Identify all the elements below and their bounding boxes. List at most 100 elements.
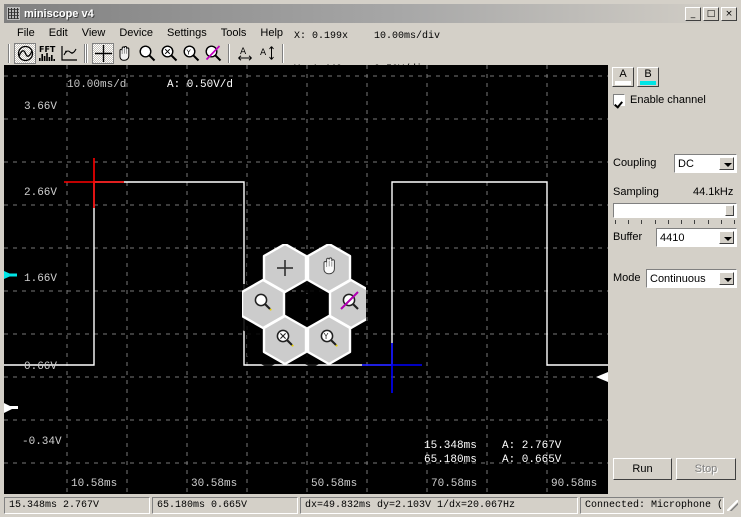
svg-text:-0.34V: -0.34V — [22, 436, 62, 448]
status-delta: dx=49.832ms dy=2.103V 1/dx=20.067Hz — [300, 497, 578, 514]
svg-text:A: 0.665V: A: 0.665V — [502, 454, 562, 466]
close-icon: × — [725, 8, 733, 19]
zoom-reset-icon[interactable] — [202, 43, 224, 64]
enable-channel-row[interactable]: Enable channel — [613, 94, 706, 106]
buffer-select[interactable]: 4410 — [656, 228, 737, 247]
stop-button-label: Stop — [694, 463, 718, 475]
toolbar-separator — [8, 43, 10, 63]
buffer-label-wrap: Buffer — [613, 231, 642, 243]
zoom-y-icon[interactable]: Y — [180, 43, 202, 64]
zoom-icon[interactable] — [136, 43, 158, 64]
scope-view-icon[interactable] — [14, 42, 36, 64]
svg-text:1.66V: 1.66V — [24, 273, 57, 285]
svg-text:65.180ms: 65.180ms — [424, 454, 477, 466]
menu-item-device[interactable]: Device — [112, 26, 160, 40]
status-cursor2: 65.180ms 0.665V — [152, 497, 298, 514]
tab-channel-b-label: B — [644, 68, 652, 80]
svg-text:FFT: FFT — [39, 45, 56, 54]
app-icon — [6, 6, 21, 21]
tab-channel-a[interactable]: A — [612, 67, 634, 87]
maximize-icon: □ — [706, 8, 716, 19]
toolbar-separator — [228, 43, 230, 63]
status-connection: Connected: Microphone ((( — [580, 497, 724, 514]
fft-view-icon[interactable]: FFT — [36, 43, 58, 64]
coupling-select[interactable]: DC — [674, 154, 737, 173]
sampling-value-wrap: 44.1kHz — [693, 186, 733, 198]
close-button[interactable]: × — [721, 6, 737, 21]
time-per-div-readout: 10.00ms/div — [374, 31, 441, 42]
svg-text:50.58ms: 50.58ms — [311, 478, 357, 490]
buffer-label: Buffer — [613, 231, 643, 243]
svg-text:3.66V: 3.66V — [24, 101, 57, 113]
svg-text:10.58ms: 10.58ms — [71, 478, 117, 490]
menu-item-file[interactable]: File — [10, 26, 42, 40]
autoscale-horizontal-icon[interactable]: A — [234, 43, 256, 64]
menu-item-help[interactable]: Help — [253, 26, 290, 40]
menu-item-tools[interactable]: Tools — [214, 26, 254, 40]
chevron-down-icon[interactable] — [719, 231, 734, 244]
enable-channel-label: Enable channel — [630, 94, 706, 106]
toolbar: FFT Y A A X: 0.199x 10.00ms/div — [4, 31, 739, 75]
hex-tool-overlay: Y — [242, 244, 366, 368]
xy-view-icon[interactable] — [58, 43, 80, 64]
menu-item-view[interactable]: View — [75, 26, 113, 40]
sampling-label: Sampling — [613, 186, 659, 198]
svg-text:A: A — [240, 47, 247, 57]
toolbar-separator — [282, 43, 284, 63]
svg-text:A: A — [260, 48, 267, 58]
tab-channel-a-label: A — [619, 68, 627, 80]
toolbar-separator — [86, 43, 88, 63]
coupling-label: Coupling — [613, 157, 657, 169]
resize-grip-icon[interactable] — [726, 499, 739, 512]
svg-text:2.66V: 2.66V — [24, 187, 57, 199]
svg-text:Y: Y — [323, 332, 329, 341]
autoscale-vertical-icon[interactable]: A — [256, 43, 278, 64]
buffer-value: 4410 — [660, 231, 685, 244]
svg-text:0.66V: 0.66V — [24, 361, 57, 373]
svg-text:A: 2.767V: A: 2.767V — [502, 440, 562, 452]
minimize-button[interactable]: _ — [685, 6, 701, 21]
pan-hand-icon[interactable] — [114, 43, 136, 64]
maximize-button[interactable]: □ — [703, 6, 719, 21]
zoom-x-readout: X: 0.199x — [294, 31, 349, 42]
svg-text:70.58ms: 70.58ms — [431, 478, 477, 490]
coupling-value: DC — [678, 157, 694, 170]
status-cursor1: 15.348ms 2.767V — [4, 497, 150, 514]
enable-channel-checkbox[interactable] — [613, 94, 625, 106]
tab-channel-b[interactable]: B — [637, 67, 659, 87]
menu-item-settings[interactable]: Settings — [160, 26, 214, 40]
coupling-label-wrap: Coupling — [613, 157, 656, 169]
mode-label: Mode — [613, 272, 641, 284]
window-controls: _ □ × — [685, 6, 737, 21]
window-title: miniscope v4 — [24, 7, 94, 20]
menu-bar: File Edit View Device Settings Tools Hel… — [4, 24, 739, 41]
title-bar: miniscope v4 _ □ × — [4, 4, 739, 23]
minimize-icon: _ — [690, 8, 696, 19]
svg-text:Y: Y — [186, 48, 192, 56]
sampling-label-wrap: Sampling — [613, 186, 659, 198]
sampling-slider[interactable] — [613, 203, 737, 218]
channel-tabs: A B — [612, 67, 659, 87]
status-bar: 15.348ms 2.767V 65.180ms 0.665V dx=49.83… — [4, 496, 739, 515]
run-button-label: Run — [632, 463, 653, 475]
svg-text:30.58ms: 30.58ms — [191, 478, 237, 490]
run-button[interactable]: Run — [613, 458, 672, 480]
mode-value: Continuous — [650, 272, 706, 285]
mode-select[interactable]: Continuous — [646, 269, 737, 288]
mode-label-wrap: Mode — [613, 272, 641, 284]
scope-channel-div-label: A: 0.50V/d — [167, 79, 233, 91]
crosshair-cursor-icon[interactable] — [92, 42, 114, 64]
chevron-down-icon[interactable] — [719, 157, 734, 170]
control-panel: A B Enable channel Coupling DC Sampling … — [608, 65, 741, 494]
sampling-slider-thumb[interactable] — [725, 205, 734, 216]
scope-display[interactable]: 10.00ms/d A: 0.50V/d 3.66V 2.66V 1.66V 0… — [4, 65, 608, 494]
zoom-x-icon[interactable] — [158, 43, 180, 64]
sampling-value: 44.1kHz — [693, 186, 734, 198]
chevron-down-icon[interactable] — [719, 272, 734, 285]
stop-button[interactable]: Stop — [676, 458, 736, 480]
sampling-slider-ticks — [615, 220, 735, 224]
scope-time-div-label: 10.00ms/d — [67, 79, 126, 91]
svg-text:90.58ms: 90.58ms — [551, 478, 597, 490]
tab-channel-b-color — [640, 81, 656, 85]
menu-item-edit[interactable]: Edit — [42, 26, 75, 40]
